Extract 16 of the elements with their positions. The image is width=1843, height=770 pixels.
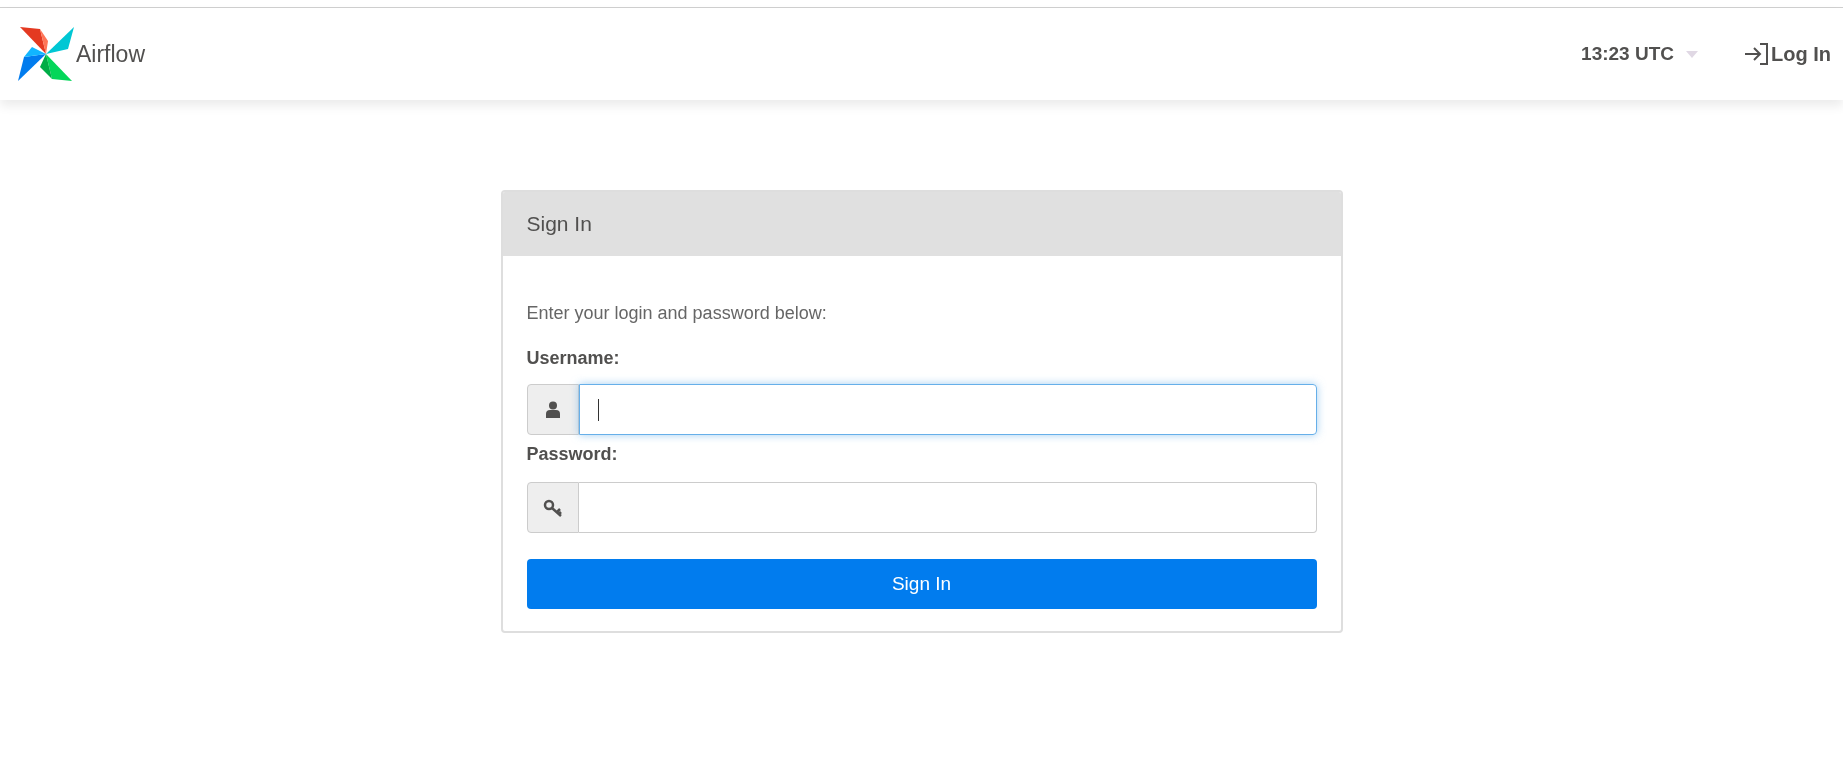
card-title: Sign In	[526, 211, 592, 238]
pinwheel-logo-icon	[18, 27, 74, 81]
login-icon	[1744, 42, 1770, 66]
field-label: Password:	[526, 443, 619, 466]
key-icon	[542, 498, 563, 517]
sign-in-button[interactable]: Sign In	[526, 559, 1317, 609]
text-cursor	[597, 398, 599, 421]
input-field[interactable]	[578, 384, 1317, 435]
field-label: Username:	[526, 347, 621, 370]
brand-name[interactable]: Airflow	[76, 36, 145, 72]
clock-dropdown[interactable]: 13:23 UTC	[1581, 39, 1674, 69]
login-link[interactable]: Log In	[1744, 39, 1831, 69]
caret-icon	[1686, 50, 1698, 58]
user-icon	[545, 401, 560, 418]
intro-text: Enter your login and password below:	[526, 302, 828, 325]
input-field[interactable]	[578, 482, 1317, 533]
